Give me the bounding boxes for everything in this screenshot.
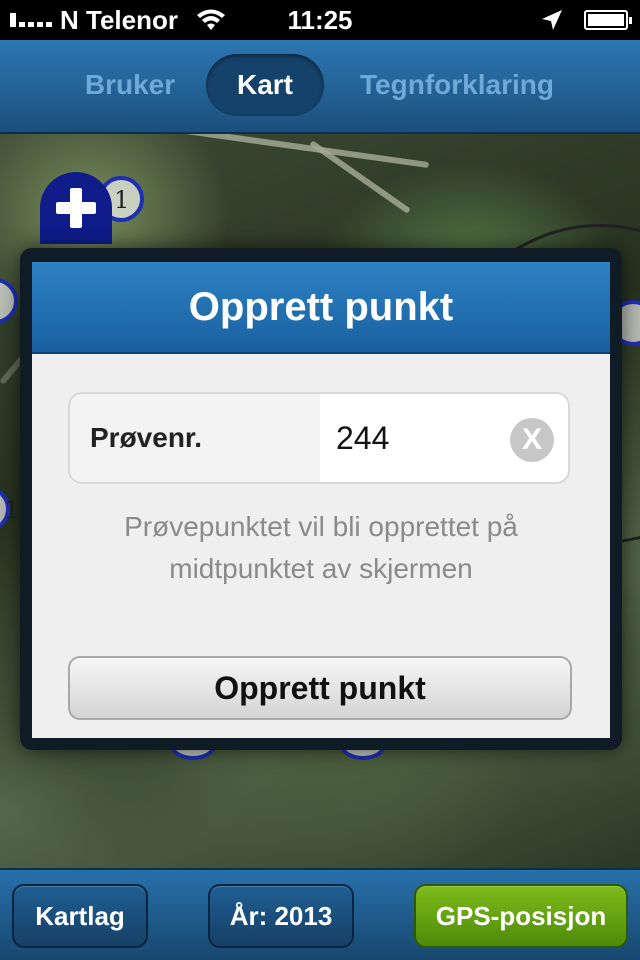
sample-number-input[interactable] [336,394,496,482]
map-road [309,140,411,214]
sample-number-field: Prøvenr. X [68,392,570,484]
year-button[interactable]: År: 2013 [208,884,354,948]
gps-position-button[interactable]: GPS-posisjon [414,884,628,948]
create-point-dialog: Opprett punkt Prøvenr. X Prøvepunktet vi… [20,248,622,750]
status-bar: N Telenor 11:25 [0,0,640,40]
top-tab-bar: Bruker Kart Tegnforklaring [0,40,640,134]
map-point-marker[interactable]: 1 [0,486,19,532]
add-point-button[interactable] [40,172,112,244]
marker-number: 1 [4,496,20,524]
location-arrow-icon [542,10,562,30]
helper-text-line: midtpunktet av skjermen [169,553,473,584]
marker-number: 1 [114,186,130,214]
helper-text: Prøvepunktet vil bli opprettet på midtpu… [32,506,610,590]
battery-fill [588,14,624,26]
dialog-body: Prøvenr. X Prøvepunktet vil bli opprette… [32,354,610,738]
clear-icon[interactable]: X [510,418,554,462]
tab-kart[interactable]: Kart [206,54,324,116]
sample-number-label: Prøvenr. [90,422,203,453]
sample-number-input-area: X [320,394,568,482]
battery-icon [584,10,632,30]
tab-tegnforklaring[interactable]: Tegnforklaring [344,54,570,116]
map-road [170,134,430,169]
dialog-title: Opprett punkt [32,262,610,354]
map-point-marker[interactable] [0,278,18,324]
create-point-button[interactable]: Opprett punkt [68,656,572,720]
bottom-toolbar: Kartlag År: 2013 GPS-posisjon [0,868,640,960]
status-right [540,0,632,40]
tab-bruker[interactable]: Bruker [72,54,188,116]
map-layers-button[interactable]: Kartlag [12,884,148,948]
helper-text-line: Prøvepunktet vil bli opprettet på [124,511,518,542]
